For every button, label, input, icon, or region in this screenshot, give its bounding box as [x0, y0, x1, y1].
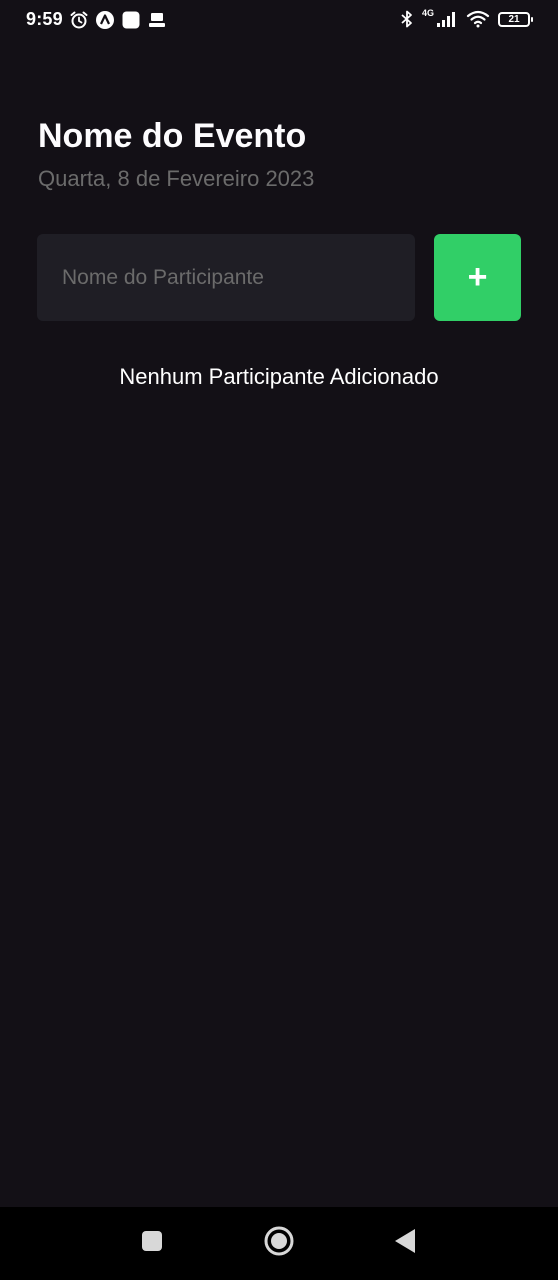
- status-right: 4G 21: [400, 8, 533, 29]
- back-icon: [393, 1228, 417, 1259]
- home-icon: [263, 1225, 295, 1262]
- recents-button[interactable]: [117, 1207, 187, 1280]
- square-app-icon: [121, 10, 141, 30]
- network-type: 4G: [421, 8, 434, 18]
- home-button[interactable]: [244, 1207, 314, 1280]
- navigation-bar: [0, 1207, 558, 1280]
- plus-icon: +: [467, 258, 488, 296]
- signal-icon: [436, 10, 458, 28]
- wifi-icon: [466, 10, 490, 28]
- laptop-icon: [147, 10, 167, 30]
- status-left: 9:59: [26, 9, 167, 30]
- add-participant-button[interactable]: +: [434, 234, 521, 321]
- empty-list-message: Nenhum Participante Adicionado: [119, 364, 439, 389]
- status-bar: 9:59 4G 21: [0, 0, 558, 40]
- alarm-icon: [69, 10, 89, 30]
- event-date: Quarta, 8 de Fevereiro 2023: [38, 166, 315, 191]
- event-title: Nome do Evento: [38, 117, 307, 155]
- status-time: 9:59: [26, 9, 63, 29]
- participant-name-input[interactable]: [37, 234, 415, 321]
- back-button[interactable]: [370, 1207, 440, 1280]
- app-screen: 9:59 4G 21 Nome do Evento Quarta, 8 de F…: [0, 0, 558, 1280]
- recents-icon: [140, 1229, 164, 1258]
- bluetooth-icon: [400, 9, 414, 29]
- battery-icon: 21: [498, 11, 533, 27]
- app-a-icon: [95, 10, 115, 30]
